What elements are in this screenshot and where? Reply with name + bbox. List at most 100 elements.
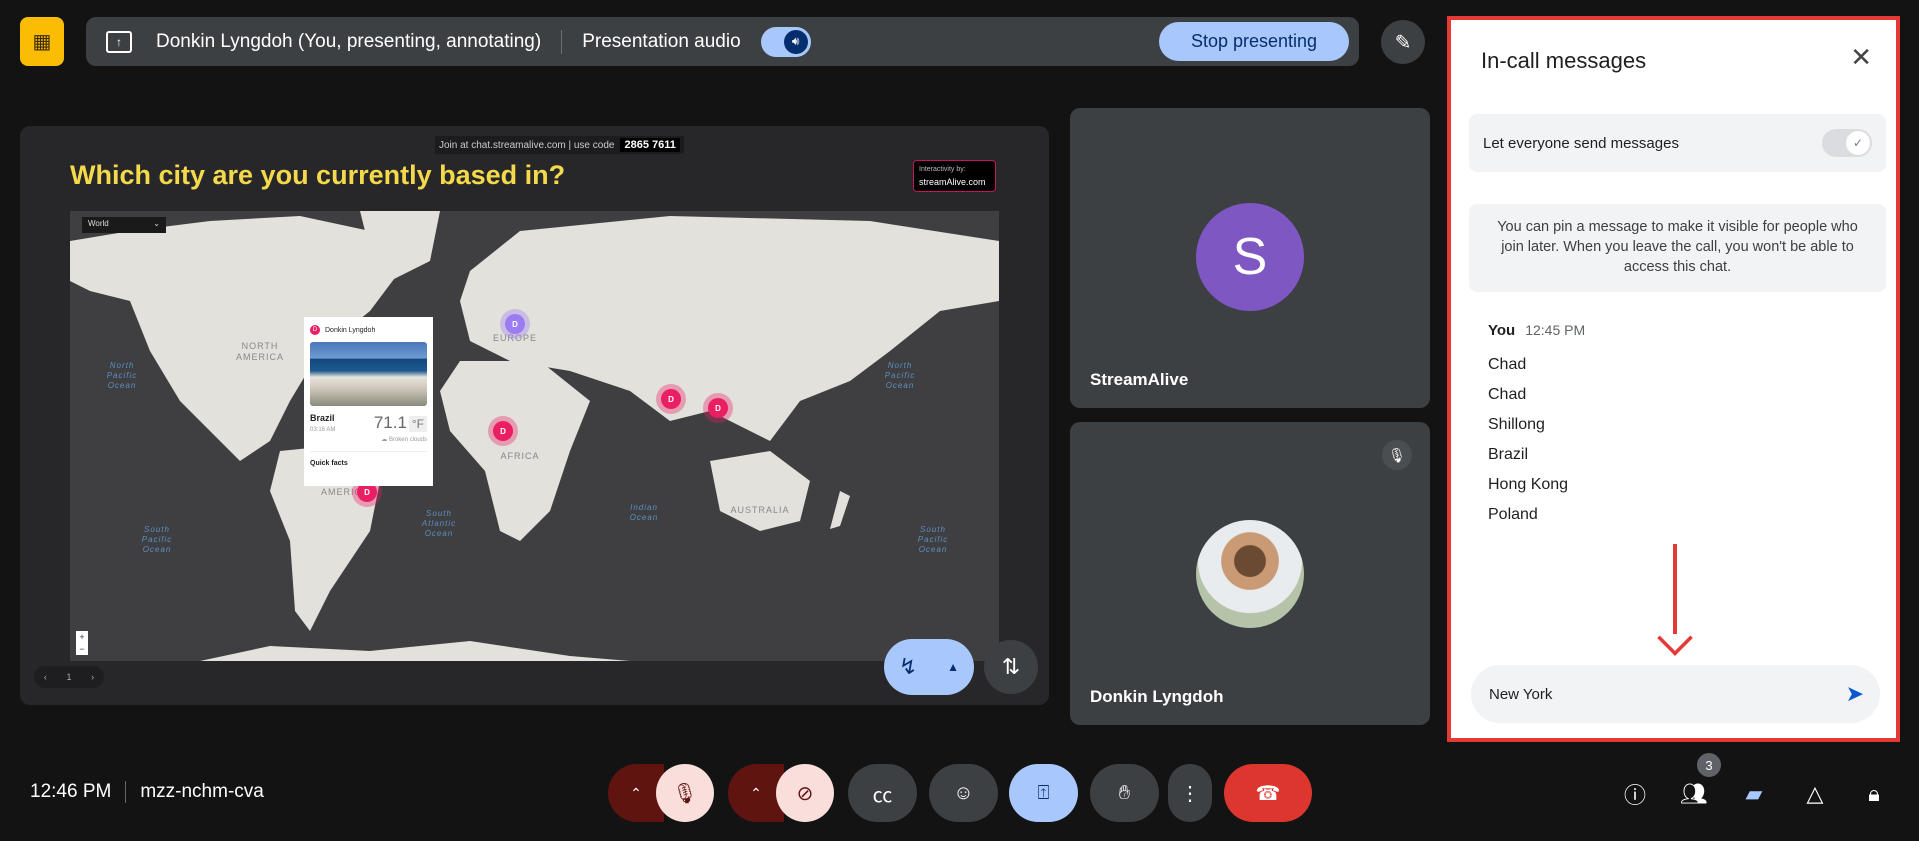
people-count-badge: 3 <box>1697 753 1721 777</box>
map-pin[interactable]: D <box>661 389 681 409</box>
presenter-label: Donkin Lyngdoh (You, presenting, annotat… <box>156 30 542 52</box>
meeting-details-icon[interactable]: ⓘ <box>1619 778 1651 810</box>
participant-name: StreamAlive <box>1090 370 1189 389</box>
message-input[interactable] <box>1489 685 1819 703</box>
slide-pager: ‹ 1 › <box>34 666 104 688</box>
chat-panel: In-call messages ✕ Let everyone send mes… <box>1447 16 1900 742</box>
raise-hand-button[interactable]: ✋︎ <box>1090 764 1159 822</box>
cloud-icon: ☁ <box>381 437 388 443</box>
check-icon: ✓ <box>1846 131 1870 155</box>
map-pin[interactable]: D <box>493 421 513 441</box>
land-new-zealand <box>830 491 850 529</box>
continent-label: AFRICA <box>500 451 540 461</box>
prev-page-icon[interactable]: ‹ <box>44 672 47 682</box>
popup-time: 03:16 AM <box>310 427 336 433</box>
caret-up-icon: ▲ <box>947 660 960 674</box>
slide-title: Which city are you currently based in? <box>70 160 566 190</box>
captions-button[interactable]: ㏄ <box>848 764 917 822</box>
ocean-label: South Pacific Ocean <box>917 525 949 554</box>
present-icon: ⍐ <box>1037 781 1050 804</box>
avatar <box>1196 520 1304 628</box>
ocean-label: North Pacific Ocean <box>884 361 916 390</box>
speaker-icon: 🔊︎ <box>783 29 808 54</box>
region-select-value: World <box>88 219 109 228</box>
annotation-arrowhead <box>1657 620 1693 656</box>
present-icon: ↑ <box>106 30 132 53</box>
leave-call-button[interactable]: ☎︎ <box>1224 764 1312 822</box>
map-zoom-control[interactable]: + − <box>76 631 88 655</box>
message: Poland <box>1488 506 1538 523</box>
annotation-tools-button[interactable]: ↯ ▲ <box>884 639 974 695</box>
message: Chad <box>1488 386 1527 403</box>
join-text: Join at chat.streamalive.com | use code <box>439 139 615 151</box>
camera-group: ⌃ ⊘ <box>728 764 834 822</box>
participant-tile[interactable]: 🎙︎ Donkin Lyngdoh <box>1070 422 1430 725</box>
toggle-label: Let everyone send messages <box>1483 134 1679 152</box>
presentation-stage: Join at chat.streamalive.com | use code 2… <box>20 126 1049 705</box>
mic-off-button[interactable]: 🎙︎ <box>656 764 714 822</box>
present-button[interactable]: ⍐ <box>1009 764 1078 822</box>
more-vert-icon: ⋮ <box>1180 782 1200 805</box>
more-options-button[interactable]: ⋮ <box>1168 764 1212 822</box>
activities-icon[interactable]: △ <box>1799 778 1831 810</box>
message-list: Chad Chad Shillong Brazil Hong Kong Pola… <box>1488 350 1568 530</box>
message-time: 12:45 PM <box>1525 322 1586 338</box>
continent-label: EUROPE <box>492 333 537 343</box>
zoom-out-icon[interactable]: − <box>76 643 88 655</box>
world-map[interactable]: World ⌄ North Pacific Ocean North Pacific… <box>70 211 999 661</box>
map-pin[interactable]: D <box>708 398 728 418</box>
ocean-label: Indian Ocean <box>629 503 659 522</box>
screen-share-warning-icon[interactable]: ▦ <box>20 17 64 66</box>
join-code: 2865 7611 <box>620 138 680 152</box>
location-popup: D Donkin Lyngdoh Brazil 03:16 AM 71.1 °F ☁… <box>304 317 433 486</box>
logo-name: streamAlive.com <box>919 177 986 187</box>
hang-up-icon: ☎︎ <box>1255 782 1281 805</box>
chat-icon[interactable]: ▰ <box>1738 778 1770 810</box>
reactions-button[interactable]: ☺ <box>929 764 998 822</box>
map-land <box>70 211 999 661</box>
annotate-pen-button[interactable]: ✎ <box>1381 20 1425 64</box>
continent-label: NORTH AMERICA <box>235 341 284 362</box>
ocean-label: South Atlantic Ocean <box>421 509 457 538</box>
annotate-icon: ↯ <box>898 654 918 679</box>
participant-tile[interactable]: S StreamAlive <box>1070 108 1430 408</box>
let-everyone-send-toggle[interactable]: ✓ <box>1822 129 1872 157</box>
presenting-bar: ↑ Donkin Lyngdoh (You, presenting, annot… <box>86 17 1359 66</box>
quick-facts[interactable]: Quick facts <box>310 451 427 467</box>
close-icon[interactable]: ✕ <box>1850 42 1872 73</box>
avatar: S <box>1196 203 1304 311</box>
region-select[interactable]: World ⌄ <box>82 217 166 233</box>
zoom-in-icon[interactable]: + <box>76 631 88 643</box>
continent-label: AUSTRALIA <box>730 505 790 515</box>
divider <box>125 781 127 803</box>
clock: 12:46 PM <box>30 781 112 802</box>
page-number: 1 <box>66 672 72 682</box>
stop-presenting-button[interactable]: Stop presenting <box>1159 22 1349 61</box>
people-icon[interactable]: 👥︎ <box>1678 778 1710 810</box>
mic-off-icon: 🎙︎ <box>1382 440 1412 470</box>
message: Brazil <box>1488 446 1529 463</box>
user-avatar: D <box>310 325 320 335</box>
popup-temp: 71.1 <box>373 413 407 432</box>
message: Chad <box>1488 356 1527 373</box>
next-page-icon[interactable]: › <box>91 672 94 682</box>
presentation-audio-label: Presentation audio <box>582 30 741 52</box>
streamalive-logo: Interactivity by: streamAlive.com <box>913 160 996 192</box>
swap-layout-button[interactable]: ⇅ <box>984 640 1038 694</box>
message-input-box: ➤ <box>1471 665 1880 723</box>
send-icon[interactable]: ➤ <box>1846 681 1864 707</box>
ocean-label: North Pacific Ocean <box>106 361 138 390</box>
let-everyone-send-row: Let everyone send messages ✓ <box>1469 114 1886 172</box>
mic-group: ⌃ 🎙︎ <box>608 764 714 822</box>
logo-caption: Interactivity by: <box>919 166 966 173</box>
hand-icon: ✋︎ <box>1118 781 1131 804</box>
map-pin[interactable]: D <box>505 314 525 334</box>
popup-city: Brazil <box>310 413 335 423</box>
host-controls-icon[interactable]: 🔒︎ <box>1858 778 1890 810</box>
presentation-audio-toggle[interactable]: 🔊︎ <box>760 26 811 57</box>
emoji-icon: ☺ <box>953 781 974 804</box>
meeting-info: 12:46 PM mzz-nchm-cva <box>30 781 264 803</box>
camera-off-button[interactable]: ⊘ <box>776 764 834 822</box>
city-photo <box>310 342 427 406</box>
chevron-down-icon: ⌄ <box>153 219 160 228</box>
